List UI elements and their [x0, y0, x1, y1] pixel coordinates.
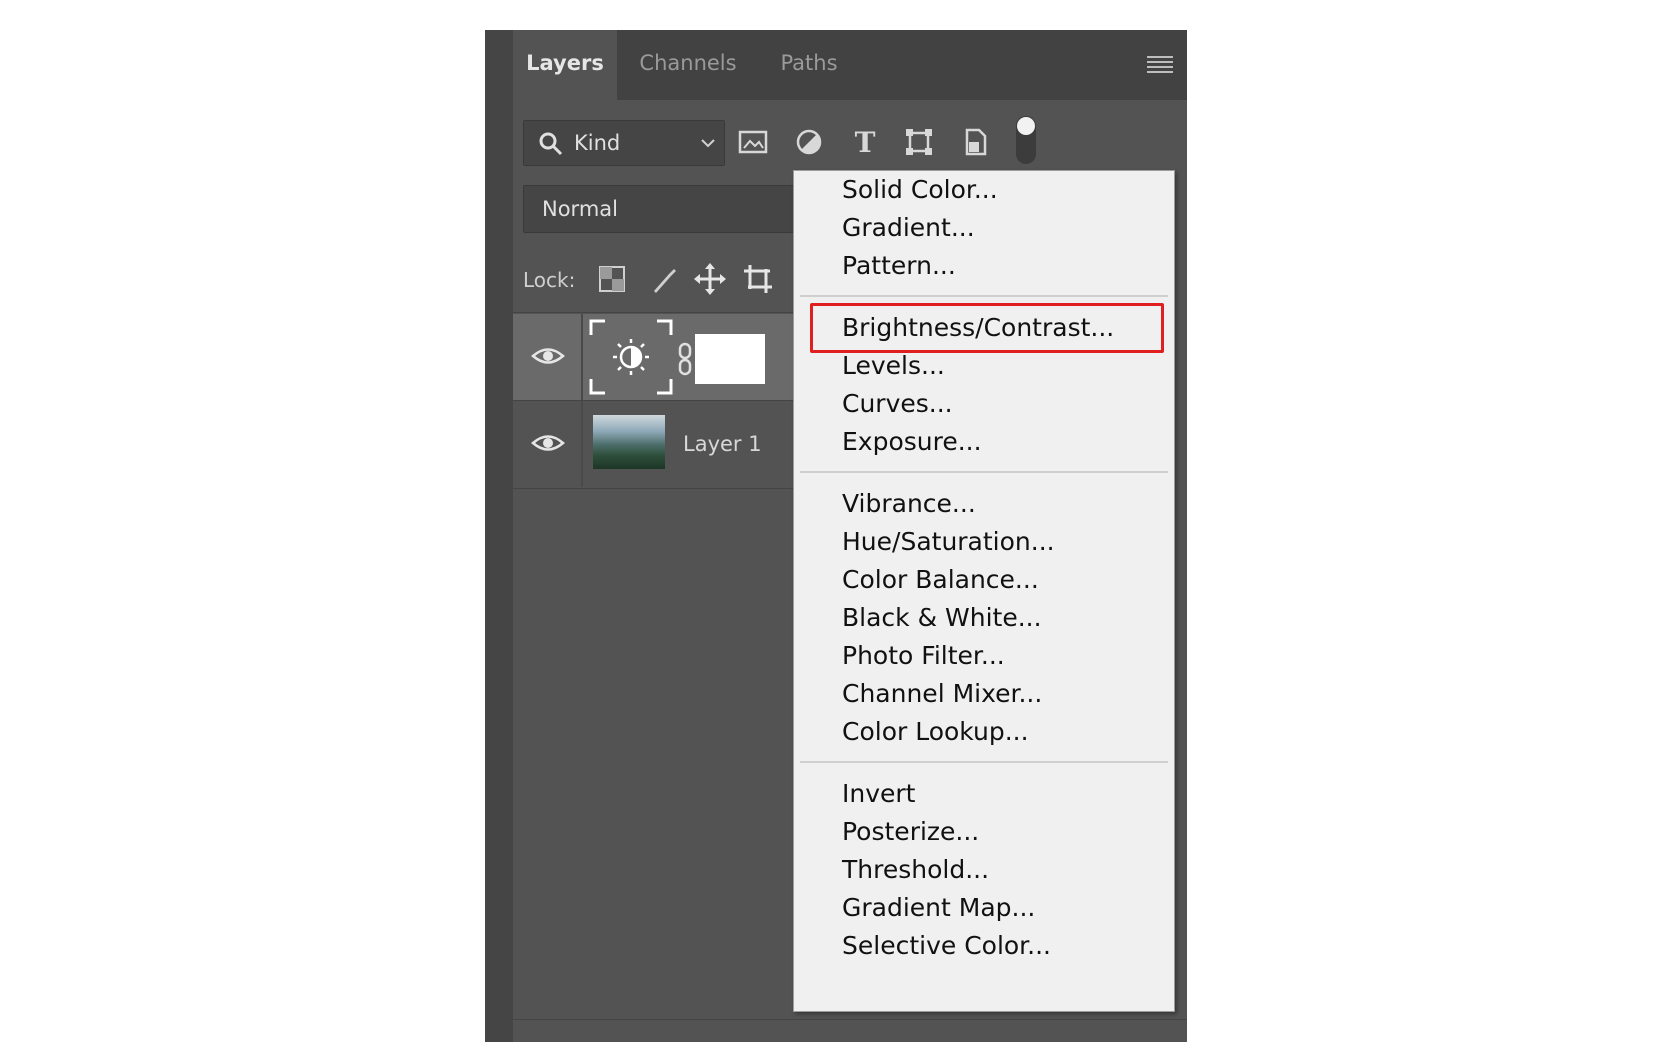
menu-separator [800, 295, 1168, 297]
menu-item-threshold[interactable]: Threshold... [842, 851, 989, 889]
menu-item-exposure[interactable]: Exposure... [842, 423, 982, 461]
layer-name: Layer 1 [683, 432, 762, 456]
search-icon [539, 132, 563, 156]
menu-separator [800, 761, 1168, 763]
menu-item-gradient-map[interactable]: Gradient Map... [842, 889, 1035, 927]
type-layer-filter-icon[interactable]: T [847, 124, 883, 160]
layer-row-brightness-contrast[interactable] [513, 314, 833, 400]
tab-paths[interactable]: Paths [759, 30, 859, 100]
eye-icon[interactable] [531, 342, 565, 370]
menu-item-color-lookup[interactable]: Color Lookup... [842, 713, 1029, 751]
blend-mode-label: Normal [542, 197, 618, 221]
visibility-column-divider [581, 401, 583, 487]
menu-item-posterize[interactable]: Posterize... [842, 813, 979, 851]
layer-list-top-border [513, 312, 833, 313]
brightness-contrast-icon[interactable] [589, 319, 673, 395]
menu-item-invert[interactable]: Invert [842, 775, 915, 813]
panel-menu-icon[interactable] [1147, 54, 1173, 74]
svg-text:T: T [855, 126, 876, 159]
image-thumbnail[interactable] [593, 415, 665, 469]
lock-transparent-pixels-icon[interactable] [595, 262, 629, 296]
menu-item-photo-filter[interactable]: Photo Filter... [842, 637, 1005, 675]
panel-footer-bar [513, 1019, 1187, 1042]
lock-image-pixels-icon[interactable] [647, 262, 681, 296]
visibility-column-divider [581, 314, 583, 400]
menu-separator [800, 471, 1168, 473]
lock-label: Lock: [523, 268, 576, 292]
layer-row-layer-1[interactable]: Layer 1 [513, 401, 833, 487]
menu-item-vibrance[interactable]: Vibrance... [842, 485, 976, 523]
eye-icon[interactable] [531, 429, 565, 457]
menu-item-pattern[interactable]: Pattern... [842, 247, 956, 285]
layer-mask-thumbnail[interactable] [695, 334, 765, 384]
pixel-layer-filter-icon[interactable] [735, 124, 771, 160]
menu-item-hue-saturation[interactable]: Hue/Saturation... [842, 523, 1055, 561]
panel-dock-edge [485, 30, 513, 1042]
menu-item-gradient[interactable]: Gradient... [842, 209, 975, 247]
adjustment-layer-filter-icon[interactable] [791, 124, 827, 160]
tab-layers[interactable]: Layers [513, 30, 617, 100]
lock-artboard-icon[interactable] [741, 262, 775, 296]
menu-item-curves[interactable]: Curves... [842, 385, 953, 423]
menu-item-black-white[interactable]: Black & White... [842, 599, 1042, 637]
chevron-down-icon [701, 139, 715, 148]
blend-mode-select[interactable]: Normal [523, 185, 825, 233]
panel-tab-bar: Layers Channels Paths [513, 30, 1187, 100]
shape-layer-filter-icon[interactable] [901, 124, 937, 160]
filter-toggle-switch[interactable] [1013, 114, 1039, 166]
tab-channels[interactable]: Channels [623, 30, 753, 100]
link-icon[interactable] [675, 342, 695, 376]
smart-object-filter-icon[interactable] [957, 124, 993, 160]
filter-kind-label: Kind [574, 131, 621, 155]
layer-list-bottom-border [513, 488, 833, 489]
menu-item-solid-color[interactable]: Solid Color... [842, 171, 998, 209]
lock-position-icon[interactable] [693, 262, 727, 296]
highlight-box-brightness-contrast [810, 303, 1164, 353]
menu-item-color-balance[interactable]: Color Balance... [842, 561, 1039, 599]
adjustment-layer-menu: Solid Color... Gradient... Pattern... Br… [793, 170, 1175, 1012]
menu-item-channel-mixer[interactable]: Channel Mixer... [842, 675, 1042, 713]
filter-kind-select[interactable]: Kind [523, 120, 725, 166]
menu-item-selective-color[interactable]: Selective Color... [842, 927, 1051, 965]
